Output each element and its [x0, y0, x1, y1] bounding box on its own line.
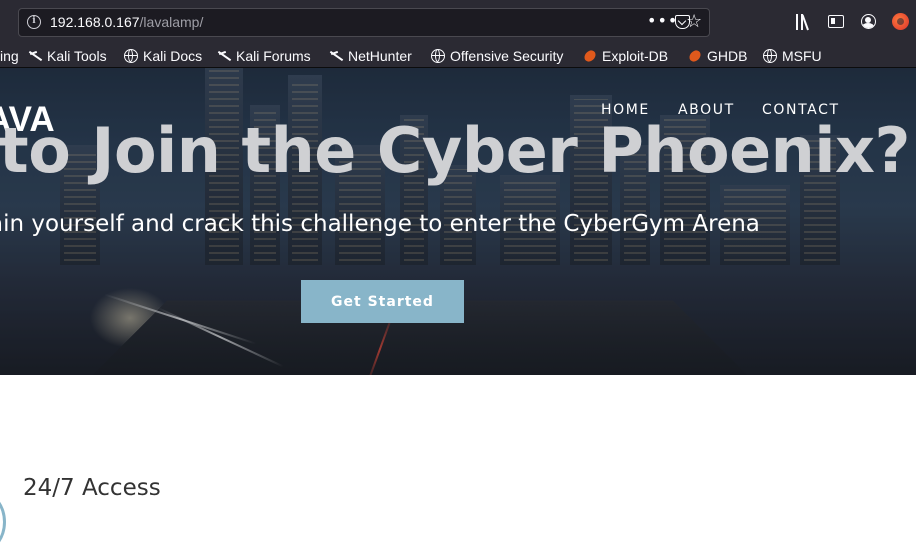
bookmark-kali-tools[interactable]: Kali Tools	[28, 46, 107, 66]
library-icon[interactable]	[796, 13, 814, 31]
bookmark-label: NetHunter	[348, 48, 412, 64]
kali-dragon-icon	[329, 49, 343, 63]
get-started-button[interactable]: Get Started	[301, 280, 464, 323]
hero-subline: ain yourself and crack this challenge to…	[0, 211, 916, 245]
exploit-db-icon	[583, 49, 597, 63]
kali-dragon-icon	[217, 49, 231, 63]
exploit-db-icon	[688, 49, 702, 63]
hero-headline-text: dy to Join the Cyber Phoenix?	[0, 114, 910, 187]
bookmark-label: MSFU	[782, 48, 822, 64]
bookmark-offensive-security[interactable]: Offensive Security	[431, 46, 563, 66]
bookmark-ghdb[interactable]: GHDB	[688, 46, 747, 66]
sidebar-toggle-icon[interactable]	[828, 15, 844, 28]
bookmark-msfu[interactable]: MSFU	[763, 46, 822, 66]
site-info-icon[interactable]: i	[27, 15, 41, 29]
bookmark-label: Kali Docs	[143, 48, 203, 64]
hero-headline: dy to Join the Cyber Phoenix?	[0, 114, 916, 194]
bookmark-star-icon[interactable]: ☆	[686, 11, 702, 32]
bookmark-label: Offensive Security	[450, 48, 564, 64]
bookmark-label: Kali Tools	[47, 48, 107, 64]
bookmark-label: ing	[0, 48, 19, 64]
kali-dragon-icon	[28, 49, 42, 63]
bookmark-kali-forums[interactable]: Kali Forums	[217, 46, 311, 66]
globe-icon	[763, 49, 777, 63]
account-icon[interactable]	[861, 14, 876, 29]
bookmark-label: GHDB	[707, 48, 748, 64]
bookmark-nethunter[interactable]: NetHunter	[329, 46, 412, 66]
url-text[interactable]: 192.168.0.167/lavalamp/	[50, 14, 203, 30]
extension-icon[interactable]	[892, 13, 909, 30]
bookmarks-bar: ing Kali Tools Kali Docs Kali Forums Net…	[0, 44, 916, 68]
globe-icon	[431, 49, 445, 63]
globe-icon	[124, 49, 138, 63]
page-actions-icon[interactable]: •••	[647, 11, 678, 30]
bookmark-partial[interactable]: ing	[0, 46, 19, 66]
url-path: /lavalamp/	[139, 14, 204, 30]
hero-subline-text: ain yourself and crack this challenge to…	[0, 211, 760, 237]
bookmark-label: Kali Forums	[236, 48, 311, 64]
feature-icon-circle	[0, 492, 6, 552]
bookmark-exploit-db[interactable]: Exploit-DB	[583, 46, 668, 66]
feature-title: 24/7 Access	[23, 475, 161, 501]
browser-toolbar: i 192.168.0.167/lavalamp/ ••• ☆	[0, 0, 916, 44]
bookmark-kali-docs[interactable]: Kali Docs	[124, 46, 202, 66]
bookmark-label: Exploit-DB	[602, 48, 669, 64]
url-host: 192.168.0.167	[50, 14, 140, 30]
hero-section: AVA HOME ABOUT CONTACT dy to Join the Cy…	[0, 68, 916, 375]
address-bar[interactable]: i 192.168.0.167/lavalamp/ ••• ☆	[18, 8, 710, 37]
